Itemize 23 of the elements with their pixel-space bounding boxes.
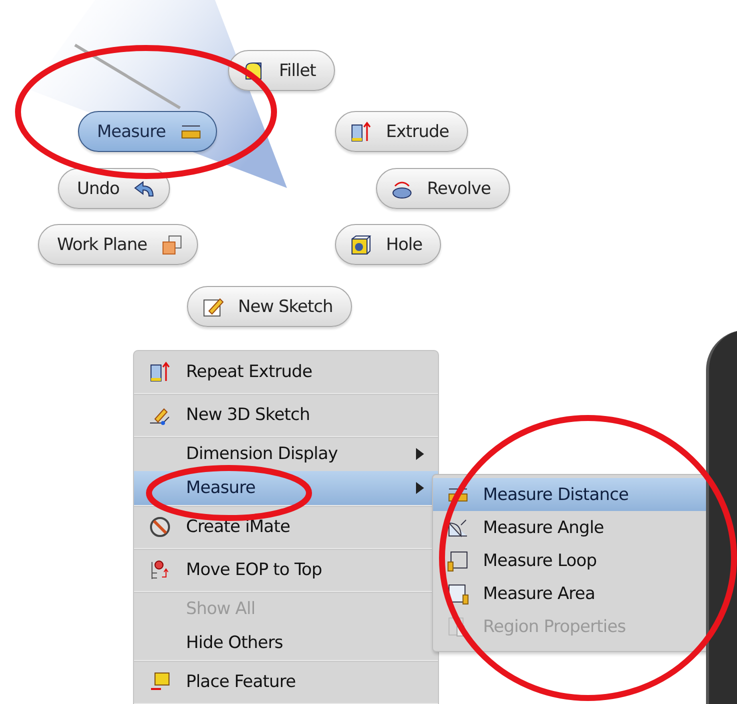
hole-icon (350, 234, 372, 256)
area-icon (447, 582, 469, 604)
menu-item[interactable]: Move EOP to Top (134, 549, 438, 591)
work-plane-icon (161, 234, 184, 256)
marking-menu-button[interactable]: Fillet (228, 50, 335, 91)
marking-menu-button[interactable]: Hole (335, 224, 442, 265)
extrude-icon (350, 120, 372, 142)
marking-menu-button[interactable]: Measure (78, 111, 217, 152)
menu-item[interactable]: Create iMate (134, 506, 438, 548)
tree-arrow-icon (149, 559, 171, 581)
menu-item[interactable]: Measure (134, 471, 438, 505)
marking-menu-button[interactable]: New Sketch (187, 286, 352, 327)
angle-icon (447, 516, 469, 538)
marking-menu-button[interactable]: Work Plane (38, 224, 198, 265)
marking-menu-button[interactable]: Revolve (376, 168, 510, 209)
menu-item[interactable]: Dimension Display (134, 437, 438, 471)
extrude-icon (149, 361, 171, 383)
menu-item[interactable]: Repeat Extrude (134, 351, 438, 393)
sketch-pencil-icon (202, 296, 224, 318)
menu-item[interactable]: Place Feature (134, 661, 438, 703)
menu-item[interactable]: New 3D Sketch (134, 394, 438, 436)
marking-menu-button[interactable]: Extrude (335, 111, 468, 152)
loop-icon (447, 550, 469, 572)
